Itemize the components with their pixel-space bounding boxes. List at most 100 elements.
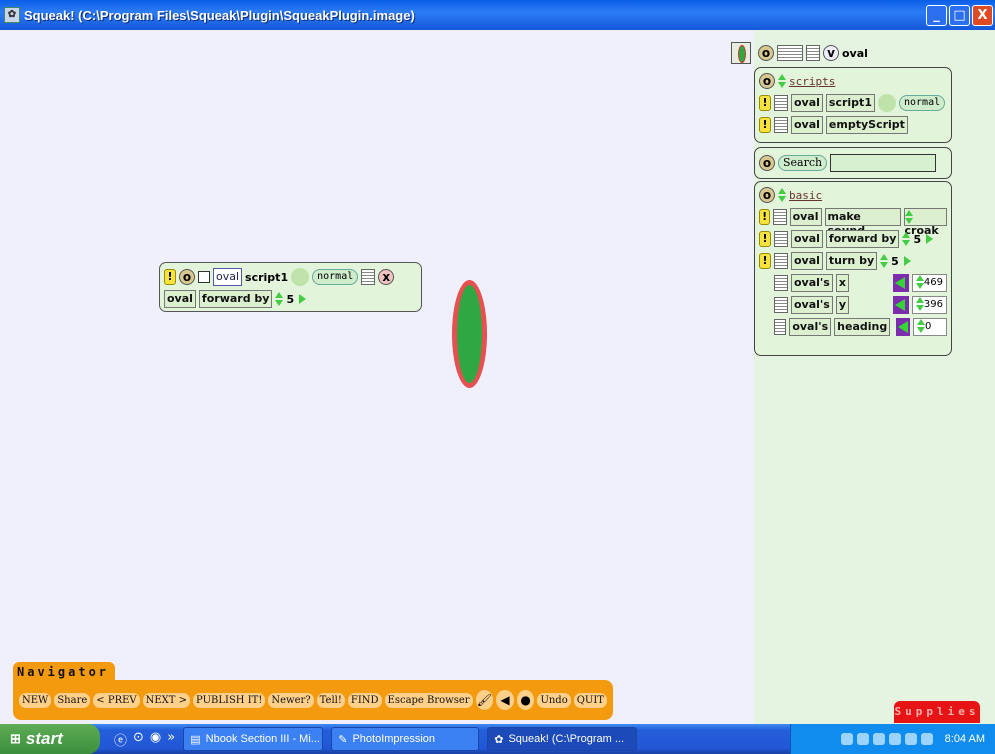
script-name-tile[interactable]: script1 [825, 94, 875, 112]
next-button[interactable]: NEXT > [142, 692, 191, 708]
script-editor[interactable]: ! o oval script1 normal x oval forward b… [159, 262, 422, 312]
search-input[interactable] [830, 154, 937, 172]
run-button[interactable]: ! [759, 95, 771, 111]
undo-button[interactable]: Undo [537, 692, 571, 708]
value-arrows-icon[interactable] [275, 292, 284, 306]
tray-icon[interactable] [904, 733, 917, 745]
prev-button[interactable]: < PREV [93, 692, 140, 708]
tile-icon[interactable] [774, 117, 788, 133]
maximize-button[interactable]: □ [949, 4, 970, 26]
start-button[interactable]: ⊞ start [0, 724, 100, 754]
minimize-button[interactable]: _ [926, 4, 947, 26]
supplies-tab[interactable]: Supplies [894, 701, 980, 723]
scripts-panel-menu-icon[interactable]: o [759, 73, 775, 89]
new-button[interactable]: NEW [19, 692, 52, 708]
script-checkbox[interactable] [198, 271, 210, 283]
assign-arrow-icon[interactable] [896, 318, 910, 336]
category-arrows-icon[interactable] [778, 188, 786, 202]
script-player-tile[interactable]: oval [791, 116, 823, 134]
run-script-button[interactable]: ! [164, 269, 176, 285]
paint-brush-icon[interactable]: 🖌 [475, 690, 494, 710]
close-button[interactable]: X [972, 4, 993, 26]
tray-icon[interactable] [856, 733, 869, 745]
globe-icon[interactable]: ● [516, 690, 535, 710]
search-icon[interactable]: ⊙ [133, 730, 144, 749]
clock-icon[interactable] [291, 268, 310, 286]
clock-icon[interactable] [877, 94, 896, 112]
clock-time[interactable]: 8:04 AM [945, 733, 985, 745]
tile-icon[interactable] [774, 95, 788, 111]
task-photoimpression[interactable]: ✎ PhotoImpression [331, 727, 480, 751]
sound-icon[interactable]: ◀ [496, 690, 514, 710]
tile-icon[interactable] [774, 297, 788, 313]
media-icon[interactable]: ◉ [150, 730, 161, 749]
script-player-tile[interactable]: oval [213, 268, 243, 286]
tick-status-pill[interactable]: normal [312, 269, 359, 285]
command-value[interactable]: 5 [286, 293, 294, 306]
navigator-tab[interactable]: Navigator [13, 662, 115, 682]
run-button[interactable]: ! [759, 231, 771, 247]
tray-icon[interactable] [840, 733, 853, 745]
script-name[interactable]: script1 [245, 271, 288, 284]
script-tile-icon[interactable] [361, 269, 376, 285]
property-name-tile[interactable]: x [835, 274, 849, 292]
run-button[interactable]: ! [759, 253, 771, 269]
tray-icon[interactable] [888, 733, 901, 745]
newer-button[interactable]: Newer? [268, 692, 314, 708]
property-name-tile[interactable]: y [835, 296, 850, 314]
publish-button[interactable]: PUBLISH IT! [193, 692, 266, 708]
value-arrows-icon[interactable] [880, 254, 889, 268]
search-panel-menu-icon[interactable]: o [759, 155, 775, 171]
assign-arrow-icon[interactable] [892, 296, 909, 314]
tile-icon[interactable] [774, 231, 788, 247]
viewer-categories-icon[interactable] [777, 45, 803, 61]
property-owner-tile[interactable]: oval's [791, 296, 833, 314]
viewer-tile-icon[interactable] [806, 45, 820, 61]
viewer-flap[interactable]: o v oval o scripts ! oval script1 normal… [754, 38, 952, 356]
command-player-tile[interactable]: oval [791, 252, 823, 270]
value-arrows-icon[interactable] [917, 319, 925, 333]
property-owner-tile[interactable]: oval's [791, 274, 833, 292]
script-player-tile[interactable]: oval [791, 94, 823, 112]
expand-triangle-icon[interactable] [926, 234, 934, 244]
run-button[interactable]: ! [759, 117, 771, 133]
command-arg-value[interactable]: 5 [891, 255, 899, 268]
command-tile[interactable]: make sound [824, 208, 901, 237]
tray-icon[interactable] [872, 733, 885, 745]
value-arrows-icon[interactable] [902, 232, 911, 246]
oval-sprite[interactable] [452, 280, 487, 388]
property-value-y[interactable]: 396 [911, 296, 947, 314]
close-script-icon[interactable]: x [378, 269, 395, 285]
run-button[interactable]: ! [759, 209, 771, 225]
command-player-tile[interactable]: oval [164, 290, 196, 308]
command-tile[interactable]: turn by [825, 252, 878, 270]
tick-status-pill[interactable]: normal [898, 95, 946, 111]
task-squeak[interactable]: ✿ Squeak! (C:\Program ... [487, 727, 638, 751]
viewer-menu-icon[interactable]: o [758, 45, 774, 61]
tile-icon[interactable] [774, 253, 788, 269]
command-player-tile[interactable]: oval [789, 208, 822, 226]
assign-arrow-icon[interactable] [892, 274, 909, 292]
window-titlebar[interactable]: ✿ Squeak! (C:\Program Files\Squeak\Plugi… [0, 0, 995, 30]
viewer-tab-v[interactable]: v [823, 45, 839, 61]
tile-icon[interactable] [774, 275, 788, 291]
property-name-tile[interactable]: heading [834, 318, 891, 336]
category-arrows-icon[interactable] [778, 74, 786, 88]
find-button[interactable]: FIND [347, 692, 382, 708]
command-tile[interactable]: forward by [825, 230, 900, 248]
script-menu-icon[interactable]: o [179, 269, 195, 285]
command-player-tile[interactable]: oval [791, 230, 823, 248]
category-basic[interactable]: basic [789, 189, 822, 202]
chevron-icon[interactable]: » [167, 730, 175, 749]
command-arg-value[interactable]: 5 [913, 233, 921, 246]
tell-button[interactable]: Tell! [316, 692, 345, 708]
escape-browser-button[interactable]: Escape Browser [384, 692, 473, 708]
task-nbook[interactable]: ▤ Nbook Section III - Mi... [183, 727, 324, 751]
property-value-x[interactable]: 469 [911, 274, 947, 292]
value-arrows-icon[interactable] [915, 297, 924, 311]
expand-triangle-icon[interactable] [903, 256, 911, 266]
value-arrows-icon[interactable] [915, 275, 924, 289]
script-name-tile[interactable]: emptyScript [825, 116, 908, 134]
value-arrows-icon[interactable] [904, 210, 913, 224]
property-owner-tile[interactable]: oval's [789, 318, 832, 336]
